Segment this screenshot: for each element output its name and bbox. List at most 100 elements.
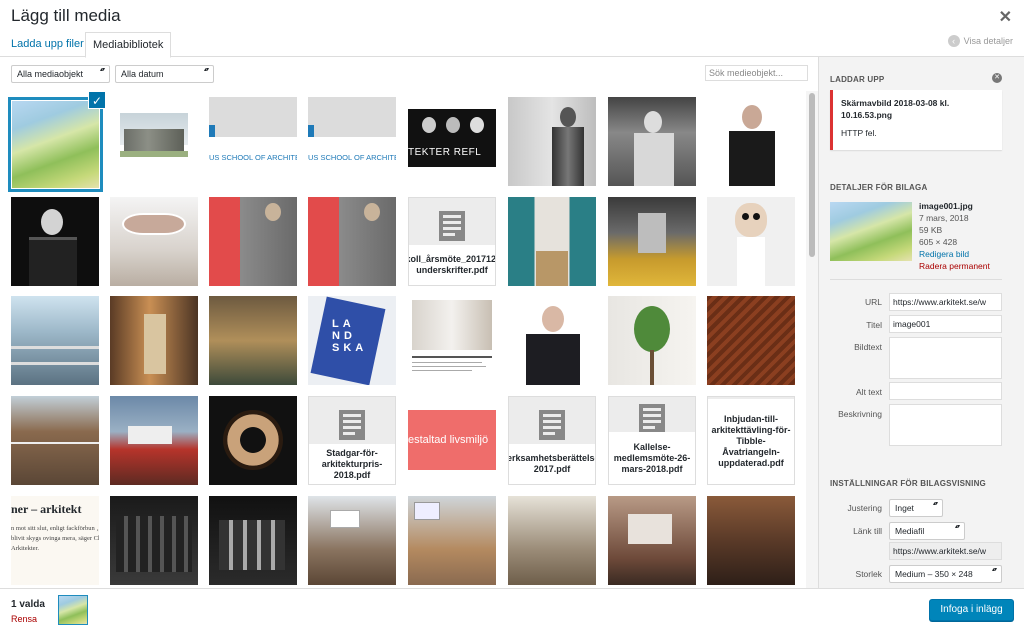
document-icon (439, 211, 465, 241)
media-item-library-talk[interactable] (707, 496, 795, 585)
media-item-award-stage[interactable] (209, 496, 297, 585)
media-item-spiral-stair[interactable] (209, 396, 297, 485)
search-input[interactable]: Sök medieobjekt... (705, 65, 808, 81)
media-toolbar: Alla mediaobjekt Alla datum Sök medieobj… (0, 57, 818, 91)
date-filter[interactable]: Alla datum (115, 65, 214, 83)
close-icon[interactable]: ✕ (999, 7, 1012, 27)
media-item-bli-medlem-1[interactable] (209, 197, 297, 286)
size-label: Storlek (855, 569, 882, 579)
media-item-landskap-books[interactable]: LA ND SKA (308, 296, 396, 385)
media-item-arkitekter-article[interactable]: ner – arkitekt n mot sitt slut, enligt f… (11, 496, 99, 585)
media-item-meeting-room[interactable] (308, 496, 396, 585)
thumb-text: US SCHOOL OF ARCHITEC (308, 153, 396, 162)
description-field[interactable] (889, 404, 1002, 446)
alignment-select[interactable]: Inget (889, 499, 943, 517)
caption-label: Bildtext (854, 342, 882, 352)
checkmark-icon[interactable]: ✓ (88, 91, 106, 109)
media-item-portrait-man-1[interactable] (707, 97, 795, 186)
alignment-label: Justering (847, 503, 883, 513)
show-details-button[interactable]: ‹ Visa detaljer (947, 35, 1013, 47)
alt-text-field[interactable] (889, 382, 1002, 400)
media-item-bli-medlem-2[interactable] (308, 197, 396, 286)
thumb-text: n mot sitt slut, enligt fackförbun ‚, ha… (11, 525, 99, 552)
url-field[interactable]: https://www.arkitekt.se/w (889, 293, 1002, 311)
link-url-field[interactable]: https://www.arkitekt.se/w (889, 542, 1002, 560)
media-item-pdf-protokoll[interactable]: Protokoll_årsmöte_20171209_m-underskrift… (408, 197, 496, 286)
selection-count: 1 valda (11, 599, 45, 610)
thumb-text: TEKTER REFL (408, 147, 482, 158)
media-item-balcony[interactable] (11, 396, 99, 485)
edit-image-link[interactable]: Redigera bild (919, 248, 990, 260)
alt-text-label: Alt text (856, 387, 882, 397)
insert-into-post-button[interactable]: Infoga i inlägg (929, 599, 1014, 621)
attachment-sidebar: Laddar upp ✕ Skärmavbild 2018-03-08 kl. … (818, 57, 1024, 588)
link-to-label: Länk till (853, 526, 882, 536)
details-heading: Detaljer för bilaga (830, 183, 928, 192)
media-item-corridor-teal[interactable] (508, 197, 596, 286)
thumb-text: US SCHOOL OF ARCHITEC (209, 153, 297, 162)
media-item-pdf-stadgar[interactable]: Stadgar-för-arkitekturpris-2018.pdf (308, 396, 396, 485)
thumb-text: ner – arkitekt (11, 502, 82, 516)
description-label: Beskrivning (838, 409, 882, 419)
media-item-tree-interior[interactable] (608, 296, 696, 385)
media-item-portrait-man-glasses[interactable] (508, 296, 596, 385)
attachment-meta: image001.jpg 7 mars, 2018 59 KB 605 × 42… (919, 200, 990, 272)
selection-outline (8, 97, 103, 192)
size-select[interactable]: Medium – 350 × 248 (889, 565, 1002, 583)
close-icon[interactable]: ✕ (992, 73, 1002, 83)
media-item-lecture-room[interactable] (508, 496, 596, 585)
media-item-glass-building[interactable] (11, 296, 99, 385)
media-item-article-interior[interactable] (408, 296, 496, 385)
clear-selection-link[interactable]: Rensa (11, 614, 37, 624)
attachment-size: 59 KB (919, 225, 943, 235)
media-item-portrait-woman-1[interactable] (508, 97, 596, 186)
tab-upload-files[interactable]: Ladda upp filer (4, 32, 91, 57)
file-name: Kallelse-medlemsmöte-26-mars-2018.pdf (609, 432, 695, 484)
media-item-hall-interior[interactable] (110, 197, 198, 286)
media-item-doorway[interactable] (110, 296, 198, 385)
page-title: Lägg till media (11, 6, 121, 25)
document-icon (339, 410, 365, 440)
media-footer: 1 valda Rensa Infoga i inlägg (0, 588, 1024, 629)
media-item-group-stage[interactable] (110, 496, 198, 585)
show-details-label: Visa detaljer (963, 36, 1013, 46)
media-item-portrait-woman-2[interactable] (608, 97, 696, 186)
link-to-select[interactable]: Mediafil (889, 522, 965, 540)
media-item-portrait-woman-3[interactable] (11, 197, 99, 286)
media-item-arkitekter-banner[interactable]: TEKTER REFL (408, 97, 496, 186)
scrollbar-thumb[interactable] (809, 93, 815, 257)
uploading-heading: Laddar upp (830, 75, 885, 84)
tab-bar: Ladda upp filer Mediabibliotek (0, 32, 1024, 58)
upload-error-message: HTTP fel. (841, 128, 877, 138)
media-item-livsmiljo-banner[interactable]: estaltad livsmiljö (408, 396, 496, 485)
media-item-owl-plush[interactable] (707, 197, 795, 286)
media-type-filter[interactable]: Alla mediaobjekt (11, 65, 110, 83)
media-item-school-banner-1[interactable]: US SCHOOL OF ARCHITEC (209, 97, 297, 186)
media-item-pdf-inbjudan[interactable]: Inbjudan-till-arkitekttävling-för-Tibble… (707, 396, 795, 485)
media-item-red-house[interactable] (110, 396, 198, 485)
grid-scrollbar[interactable] (806, 91, 818, 588)
caption-field[interactable] (889, 337, 1002, 379)
media-item-workshop[interactable] (408, 496, 496, 585)
media-item-corridor-yellow[interactable] (608, 197, 696, 286)
media-item-school-banner-2[interactable]: US SCHOOL OF ARCHITEC (308, 97, 396, 186)
attachment-date: 7 mars, 2018 (919, 213, 969, 223)
media-item-presentation[interactable] (608, 496, 696, 585)
media-item-wood-stair[interactable] (707, 296, 795, 385)
tab-media-library[interactable]: Mediabibliotek (85, 32, 172, 58)
media-item-pdf-verksamhet[interactable]: Verksamhetsberättelse-2017.pdf (508, 396, 596, 485)
delete-permanently-link[interactable]: Radera permanent (919, 260, 990, 272)
selected-thumbnail[interactable] (58, 595, 88, 625)
attachment-thumbnail (830, 202, 912, 261)
upload-error: Skärmavbild 2018-03-08 kl. 10.16.53.png … (830, 90, 1002, 150)
media-item-atrium[interactable] (209, 296, 297, 385)
document-icon (539, 410, 565, 440)
upload-file-name: Skärmavbild 2018-03-08 kl. 10.16.53.png (841, 98, 950, 120)
thumb-text: LA ND SKA (332, 318, 368, 354)
title-field[interactable]: image001 (889, 315, 1002, 333)
media-item-building-render[interactable] (110, 97, 198, 186)
url-label: URL (864, 297, 882, 307)
file-name: Verksamhetsberättelse-2017.pdf (509, 444, 595, 484)
title-label: Titel (866, 320, 882, 330)
media-item-pdf-kallelse[interactable]: Kallelse-medlemsmöte-26-mars-2018.pdf (608, 396, 696, 485)
